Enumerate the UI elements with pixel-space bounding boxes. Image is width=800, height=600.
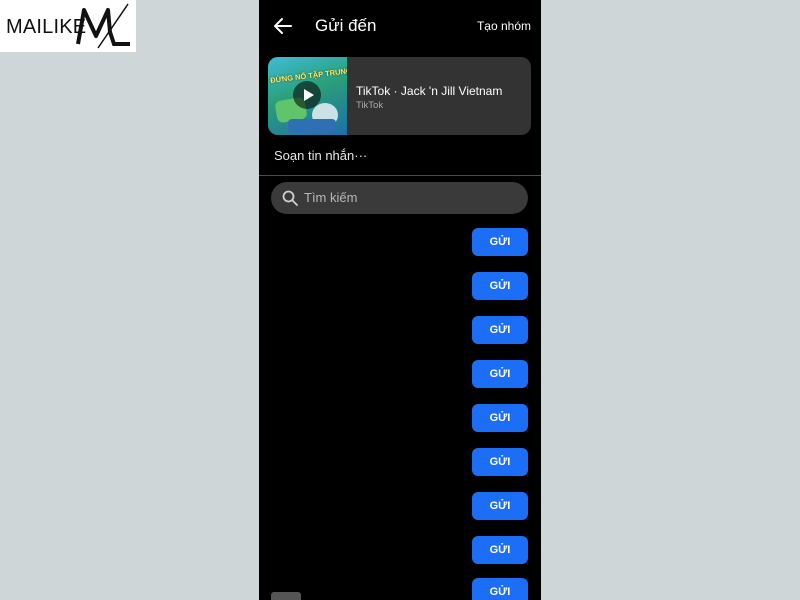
send-button[interactable]: GỬI: [472, 536, 528, 564]
send-button[interactable]: GỬI: [472, 448, 528, 476]
list-item[interactable]: [271, 588, 461, 600]
share-screen: Gửi đến Tạo nhóm ĐỪNG NỔ TẬP TRUNG TikTo…: [259, 0, 541, 600]
send-button[interactable]: GỬI: [472, 492, 528, 520]
ml-logo-mark: [76, 3, 130, 49]
mailike-logo: MAILIKE: [0, 0, 136, 52]
send-button[interactable]: GỬI: [472, 272, 528, 300]
send-button[interactable]: GỬI: [472, 360, 528, 388]
send-button[interactable]: GỬI: [472, 578, 528, 600]
send-button[interactable]: GỬI: [472, 228, 528, 256]
send-button[interactable]: GỬI: [472, 404, 528, 432]
contact-list: GỬI GỬI GỬI GỬI GỬI GỬI GỬI GỬI GỬI: [259, 0, 541, 600]
logo-brand-text: MAILIKE: [6, 16, 87, 38]
send-button[interactable]: GỬI: [472, 316, 528, 344]
avatar: [271, 592, 301, 600]
